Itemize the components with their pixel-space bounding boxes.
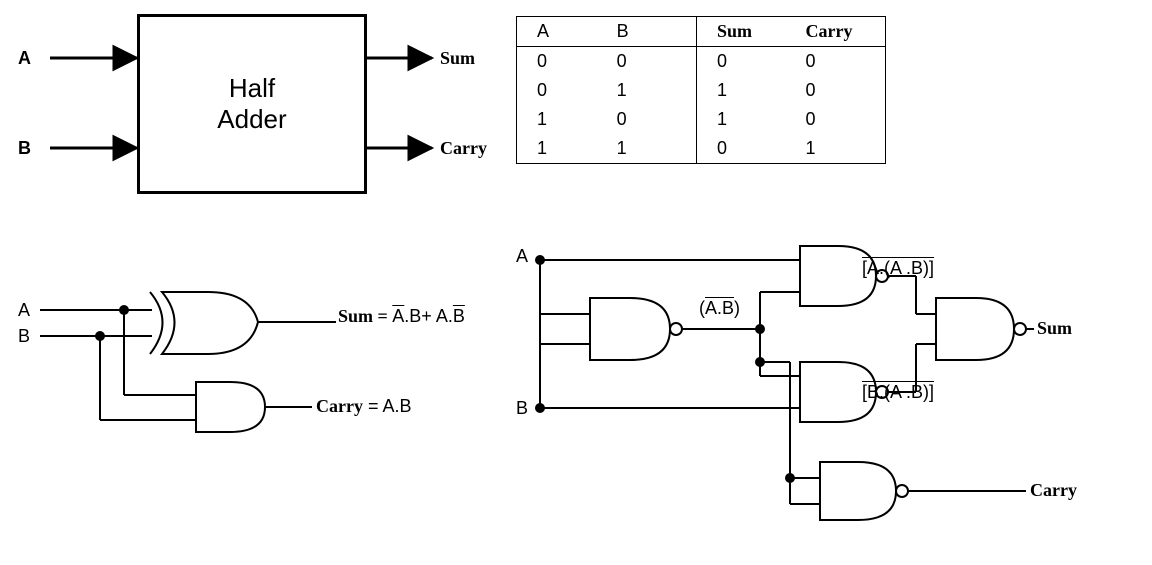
- bot-close: )]: [923, 382, 934, 402]
- nand-input-b: B: [516, 398, 528, 419]
- sum-mid: .B+ A.: [404, 306, 453, 326]
- half-adder-block: Half Adder: [137, 14, 367, 194]
- top-open: [A.(: [862, 258, 890, 278]
- td: 1: [597, 76, 696, 105]
- nand-circuit: [536, 246, 1034, 520]
- block-title-line1: Half: [229, 73, 275, 103]
- mid-close: ): [734, 298, 740, 318]
- truth-table: A B Sum Carry 0 0 0 0 0 1 1 0 1 0 1 0 1 …: [516, 16, 886, 164]
- td: 1: [597, 134, 696, 163]
- bot-open: [B.(: [862, 382, 890, 402]
- top-close: )]: [923, 258, 934, 278]
- nand-mid-expression: (A.B): [699, 298, 740, 319]
- sum-a-bar: A: [392, 306, 404, 326]
- half-adder-diagram: Half Adder A B Sum Carry A B Sum Carry 0…: [0, 0, 1152, 565]
- truth-table-header: A B Sum Carry: [517, 17, 885, 47]
- td: 1: [786, 134, 885, 163]
- xor-sum-expression: Sum = A.B+ A.B: [338, 306, 465, 327]
- block-output-sum-label: Sum: [440, 48, 475, 69]
- td: 0: [597, 105, 696, 134]
- td: 0: [517, 47, 597, 76]
- th-a: A: [517, 17, 597, 46]
- nand-output-carry: Carry: [1030, 480, 1077, 501]
- td: 0: [786, 47, 885, 76]
- mid-over: A.B: [705, 298, 734, 318]
- table-row: 1 1 0 1: [517, 134, 885, 163]
- td: 0: [786, 76, 885, 105]
- table-row: 0 1 1 0: [517, 76, 885, 105]
- th-carry: Carry: [786, 17, 885, 46]
- sum-prefix: Sum =: [338, 306, 392, 326]
- td: 0: [786, 105, 885, 134]
- nand-output-sum: Sum: [1037, 318, 1072, 339]
- carry-eq: = A.B: [363, 396, 412, 416]
- block-output-carry-label: Carry: [440, 138, 487, 159]
- and-carry-expression: Carry = A.B: [316, 396, 412, 417]
- td: 1: [517, 134, 597, 163]
- th-sum: Sum: [696, 17, 786, 46]
- block-title: Half Adder: [217, 73, 286, 135]
- nand-bot-expression: [B.(A .B)]: [862, 382, 934, 403]
- td: 0: [597, 47, 696, 76]
- xor-input-a: A: [18, 300, 30, 321]
- bot-inner: A .B: [890, 382, 923, 402]
- td: 1: [696, 76, 786, 105]
- td: 1: [517, 105, 597, 134]
- carry-prefix: Carry: [316, 396, 363, 416]
- block-title-line2: Adder: [217, 104, 286, 134]
- td: 0: [696, 47, 786, 76]
- table-row: 0 0 0 0: [517, 47, 885, 76]
- table-row: 1 0 1 0: [517, 105, 885, 134]
- xor-input-b: B: [18, 326, 30, 347]
- block-input-b-label: B: [18, 138, 31, 159]
- sum-b-bar: B: [453, 306, 465, 326]
- nand-input-a: A: [516, 246, 528, 267]
- block-input-a-label: A: [18, 48, 31, 69]
- td: 0: [696, 134, 786, 163]
- xor-and-circuit: [40, 292, 336, 432]
- nand-top-expression: [A.(A .B)]: [862, 258, 934, 279]
- td: 0: [517, 76, 597, 105]
- top-inner: A .B: [890, 258, 923, 278]
- th-b: B: [597, 17, 696, 46]
- td: 1: [696, 105, 786, 134]
